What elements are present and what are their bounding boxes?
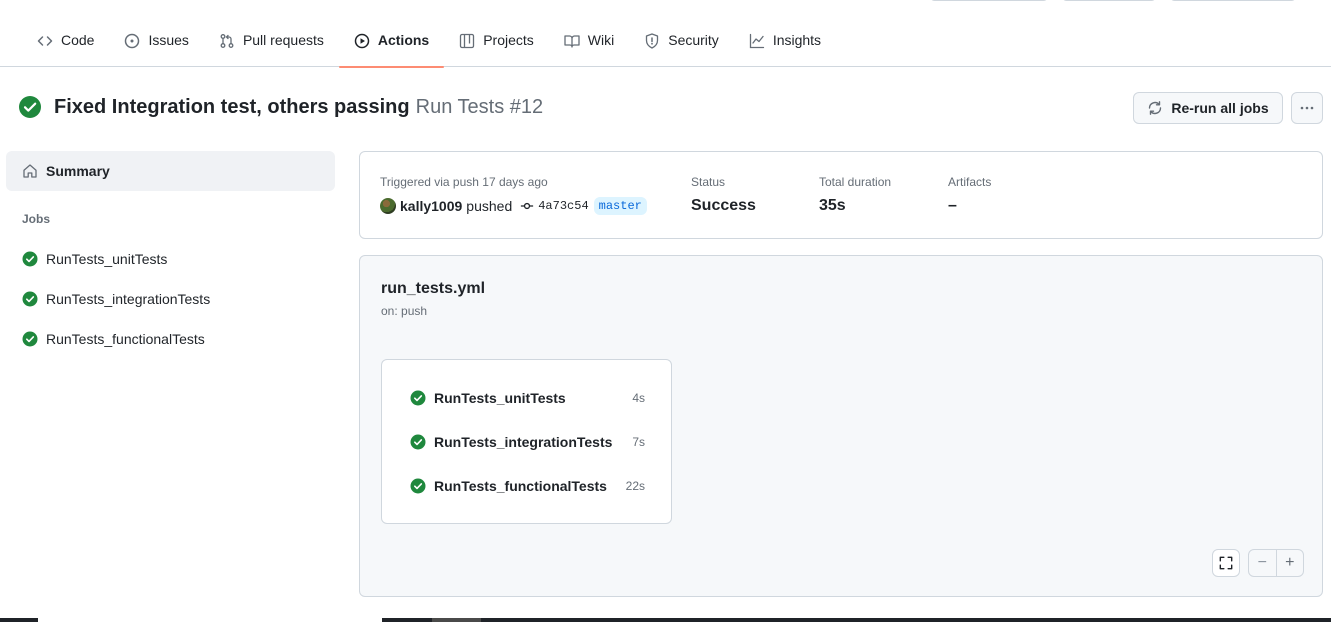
check-circle-fill-icon bbox=[22, 291, 38, 307]
commit-link[interactable]: 4a73c54 bbox=[520, 199, 589, 213]
header-button[interactable] bbox=[930, 0, 1048, 1]
tab-label: Code bbox=[61, 32, 95, 48]
taskbar-segment bbox=[432, 618, 481, 622]
issue-opened-icon bbox=[125, 33, 140, 49]
sidebar-job-label: RunTests_functionalTests bbox=[46, 331, 205, 347]
trigger-text: Triggered via push 17 days ago bbox=[380, 175, 548, 189]
kebab-horizontal-icon bbox=[1300, 106, 1314, 110]
header-buttons-partial bbox=[930, 0, 1296, 1]
check-circle-fill-icon bbox=[22, 251, 38, 267]
graph-job-label: RunTests_integrationTests bbox=[434, 434, 613, 450]
header-button[interactable] bbox=[1170, 0, 1296, 1]
push-details: kally1009 pushed 4a73c54 master bbox=[380, 197, 647, 215]
tab-label: Insights bbox=[772, 32, 822, 48]
screen-full-icon bbox=[1219, 556, 1233, 570]
branch-label[interactable]: master bbox=[593, 197, 647, 215]
tab-label: Projects bbox=[483, 32, 534, 48]
sidebar-job-item[interactable]: RunTests_integrationTests bbox=[22, 291, 210, 307]
commit-sha: 4a73c54 bbox=[538, 199, 589, 213]
graph-jobs-group: RunTests_unitTests 4s RunTests_integrati… bbox=[381, 359, 672, 524]
graph-job-label: RunTests_functionalTests bbox=[434, 478, 607, 494]
check-circle-fill-icon bbox=[22, 331, 38, 347]
git-pull-request-icon bbox=[220, 34, 234, 48]
workflow-trigger: on: push bbox=[381, 304, 428, 318]
more-options-button[interactable] bbox=[1291, 92, 1323, 124]
sidebar-summary[interactable]: Summary bbox=[6, 151, 335, 191]
taskbar-segment bbox=[38, 618, 382, 622]
graph-icon bbox=[749, 33, 764, 49]
run-summary-card: Triggered via push 17 days ago kally1009… bbox=[359, 151, 1323, 239]
trigger-section: Triggered via push 17 days ago kally1009… bbox=[380, 175, 647, 215]
tab-label: Wiki bbox=[587, 32, 615, 48]
status-section: Status Success bbox=[691, 175, 756, 215]
graph-job-label: RunTests_unitTests bbox=[434, 390, 566, 406]
zoom-in-button[interactable]: + bbox=[1277, 550, 1304, 576]
tab-insights[interactable]: Insights bbox=[734, 20, 836, 67]
tab-pull-requests[interactable]: Pull requests bbox=[204, 20, 339, 67]
avatar[interactable] bbox=[380, 198, 396, 214]
code-icon bbox=[37, 36, 53, 46]
artifacts-section: Artifacts – bbox=[948, 175, 991, 215]
tab-wiki[interactable]: Wiki bbox=[549, 20, 629, 67]
actor-link[interactable]: kally1009 bbox=[400, 198, 462, 214]
tab-label: Pull requests bbox=[242, 32, 324, 48]
sidebar-job-label: RunTests_integrationTests bbox=[46, 291, 211, 307]
tab-projects[interactable]: Projects bbox=[444, 20, 549, 67]
status-value: Success bbox=[691, 197, 756, 214]
tab-security[interactable]: Security bbox=[629, 20, 734, 67]
sidebar-job-label: RunTests_unitTests bbox=[46, 251, 168, 267]
rerun-label: Re-run all jobs bbox=[1171, 100, 1269, 116]
graph-job[interactable]: RunTests_integrationTests 7s bbox=[410, 434, 645, 450]
duration-value[interactable]: 35s bbox=[819, 197, 891, 215]
graph-job-duration: 22s bbox=[625, 479, 645, 493]
repo-nav: Code Issues Pull requests Actions Projec… bbox=[0, 0, 1331, 68]
graph-job[interactable]: RunTests_unitTests 4s bbox=[410, 390, 645, 406]
check-circle-fill-icon bbox=[410, 390, 426, 406]
workflow-graph: run_tests.yml on: push RunTests_unitTest… bbox=[359, 255, 1323, 597]
book-icon bbox=[564, 35, 580, 48]
tab-label: Issues bbox=[148, 32, 189, 48]
summary-label: Summary bbox=[46, 163, 110, 179]
rerun-all-jobs-button[interactable]: Re-run all jobs bbox=[1133, 92, 1283, 124]
artifacts-label: Artifacts bbox=[948, 175, 992, 189]
push-action: pushed bbox=[466, 198, 513, 214]
table-icon bbox=[460, 33, 475, 49]
header-button[interactable] bbox=[1062, 0, 1156, 1]
run-title: Fixed Integration test, others passing bbox=[54, 95, 410, 118]
graph-job[interactable]: RunTests_functionalTests 22s bbox=[410, 478, 645, 494]
tab-code[interactable]: Code bbox=[22, 20, 109, 67]
repo-tabs: Code Issues Pull requests Actions Projec… bbox=[22, 20, 836, 68]
sidebar-job-item[interactable]: RunTests_unitTests bbox=[22, 251, 167, 267]
home-icon bbox=[23, 164, 37, 178]
zoom-in-icon: + bbox=[1285, 554, 1295, 571]
duration-section: Total duration 35s bbox=[819, 175, 891, 215]
tab-label: Security bbox=[668, 32, 719, 48]
status-label: Status bbox=[691, 175, 726, 189]
graph-job-duration: 7s bbox=[632, 435, 645, 449]
tab-actions[interactable]: Actions bbox=[338, 20, 445, 68]
sync-icon bbox=[1149, 101, 1162, 115]
zoom-out-icon: − bbox=[1257, 554, 1267, 571]
check-circle-fill-icon bbox=[19, 96, 41, 118]
shield-icon bbox=[646, 33, 659, 49]
zoom-out-button[interactable]: − bbox=[1249, 550, 1277, 576]
duration-label: Total duration bbox=[819, 175, 892, 189]
jobs-heading: Jobs bbox=[22, 212, 51, 226]
run-workflow-number[interactable]: Run Tests #12 bbox=[416, 96, 544, 119]
git-commit-icon bbox=[521, 202, 534, 210]
play-icon bbox=[354, 33, 370, 49]
workflow-file-name: run_tests.yml bbox=[381, 280, 486, 297]
graph-job-duration: 4s bbox=[632, 391, 645, 405]
sidebar-job-item[interactable]: RunTests_functionalTests bbox=[22, 331, 205, 347]
run-header: Fixed Integration test, others passing R… bbox=[18, 95, 543, 119]
fullscreen-button[interactable] bbox=[1212, 549, 1240, 577]
tab-label: Actions bbox=[377, 32, 430, 48]
tab-issues[interactable]: Issues bbox=[109, 20, 203, 67]
check-circle-fill-icon bbox=[410, 478, 426, 494]
taskbar-edge bbox=[0, 618, 1331, 622]
zoom-controls: − + bbox=[1248, 549, 1304, 577]
check-circle-fill-icon bbox=[410, 434, 426, 450]
artifacts-value: – bbox=[948, 197, 957, 214]
